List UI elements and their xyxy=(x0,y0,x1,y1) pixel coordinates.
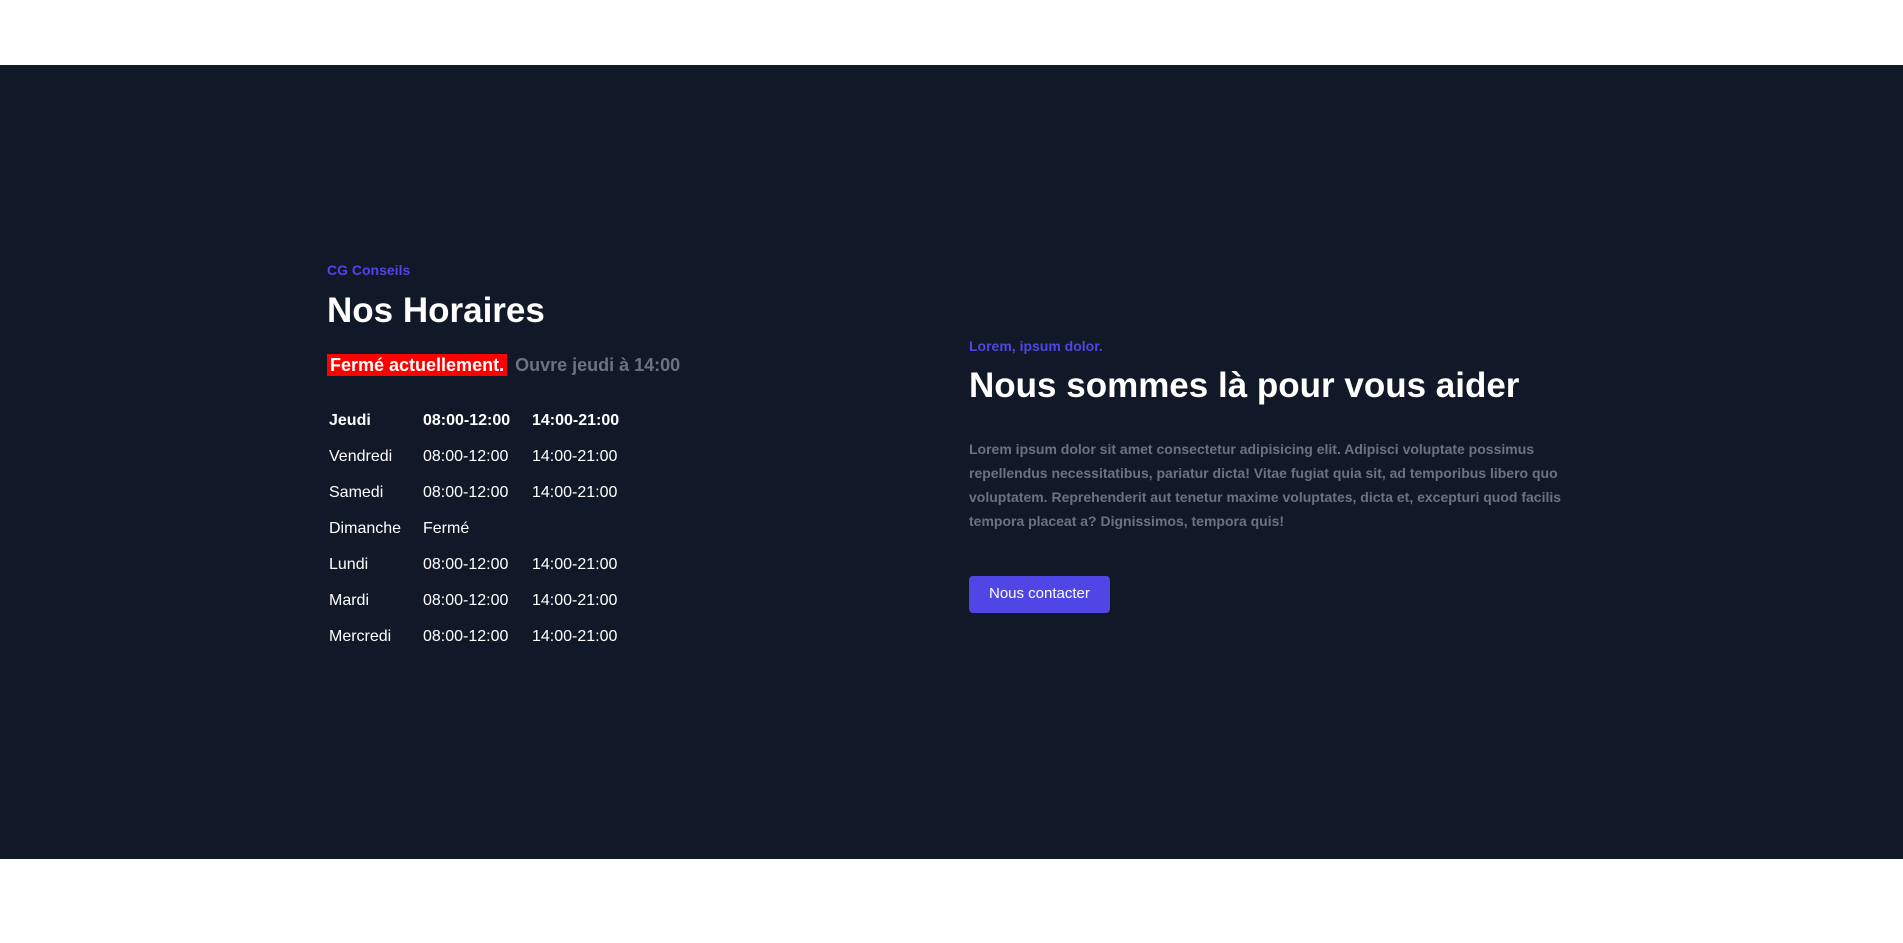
afternoon-hours-cell xyxy=(532,511,619,547)
afternoon-hours-cell: 14:00-21:00 xyxy=(532,592,618,609)
day-cell: Jeudi xyxy=(329,412,371,429)
morning-hours-cell: 08:00-12:00 xyxy=(423,484,509,501)
open-status: Fermé actuellement. Ouvre jeudi à 14:00 xyxy=(327,353,807,377)
day-cell: Mercredi xyxy=(329,628,392,645)
morning-hours-cell: 08:00-12:00 xyxy=(423,556,509,573)
afternoon-hours-cell: 14:00-21:00 xyxy=(532,628,618,645)
hours-row: Lundi 08:00-12:00 14:00-21:00 xyxy=(327,547,619,583)
hours-table: Jeudi 08:00-12:00 14:00-21:00 Vendredi 0… xyxy=(327,403,619,655)
day-cell: Mardi xyxy=(329,592,370,609)
hours-row: Samedi 08:00-12:00 14:00-21:00 xyxy=(327,475,619,511)
next-opening-text: Ouvre jeudi à 14:00 xyxy=(515,355,681,375)
morning-hours-cell: 08:00-12:00 xyxy=(423,412,511,429)
contact-eyebrow: Lorem, ipsum dolor. xyxy=(969,338,1103,354)
morning-hours-cell: 08:00-12:00 xyxy=(423,628,509,645)
company-name: CG Conseils xyxy=(327,262,411,278)
afternoon-hours-cell: 14:00-21:00 xyxy=(532,448,618,465)
contact-description: Lorem ipsum dolor sit amet consectetur a… xyxy=(969,441,1562,529)
afternoon-hours-cell: 14:00-21:00 xyxy=(532,556,618,573)
hours-row: Dimanche Fermé xyxy=(327,511,619,547)
hours-row: Mercredi 08:00-12:00 14:00-21:00 xyxy=(327,619,619,655)
contact-title: Nous sommes là pour vous aider xyxy=(969,366,1520,405)
day-cell: Vendredi xyxy=(329,448,393,465)
day-cell: Dimanche xyxy=(329,520,402,537)
hours-row: Vendredi 08:00-12:00 14:00-21:00 xyxy=(327,439,619,475)
contact-button[interactable]: Nous contacter xyxy=(969,576,1110,613)
morning-hours-cell: 08:00-12:00 xyxy=(423,592,509,609)
closed-badge: Fermé actuellement. xyxy=(327,354,508,376)
day-cell: Lundi xyxy=(329,556,369,573)
contact-column: Lorem, ipsum dolor. Nous sommes là pour … xyxy=(969,337,1589,613)
hours-title: Nos Horaires xyxy=(327,291,545,330)
morning-hours-cell: Fermé xyxy=(423,520,470,537)
afternoon-hours-cell: 14:00-21:00 xyxy=(532,484,618,501)
hours-row: Jeudi 08:00-12:00 14:00-21:00 xyxy=(327,403,619,439)
hours-column: CG Conseils Nos Horaires Fermé actuellem… xyxy=(327,261,807,655)
morning-hours-cell: 08:00-12:00 xyxy=(423,448,509,465)
hours-row: Mardi 08:00-12:00 14:00-21:00 xyxy=(327,583,619,619)
day-cell: Samedi xyxy=(329,484,384,501)
hours-section: CG Conseils Nos Horaires Fermé actuellem… xyxy=(0,65,1903,859)
afternoon-hours-cell: 14:00-21:00 xyxy=(532,412,620,429)
